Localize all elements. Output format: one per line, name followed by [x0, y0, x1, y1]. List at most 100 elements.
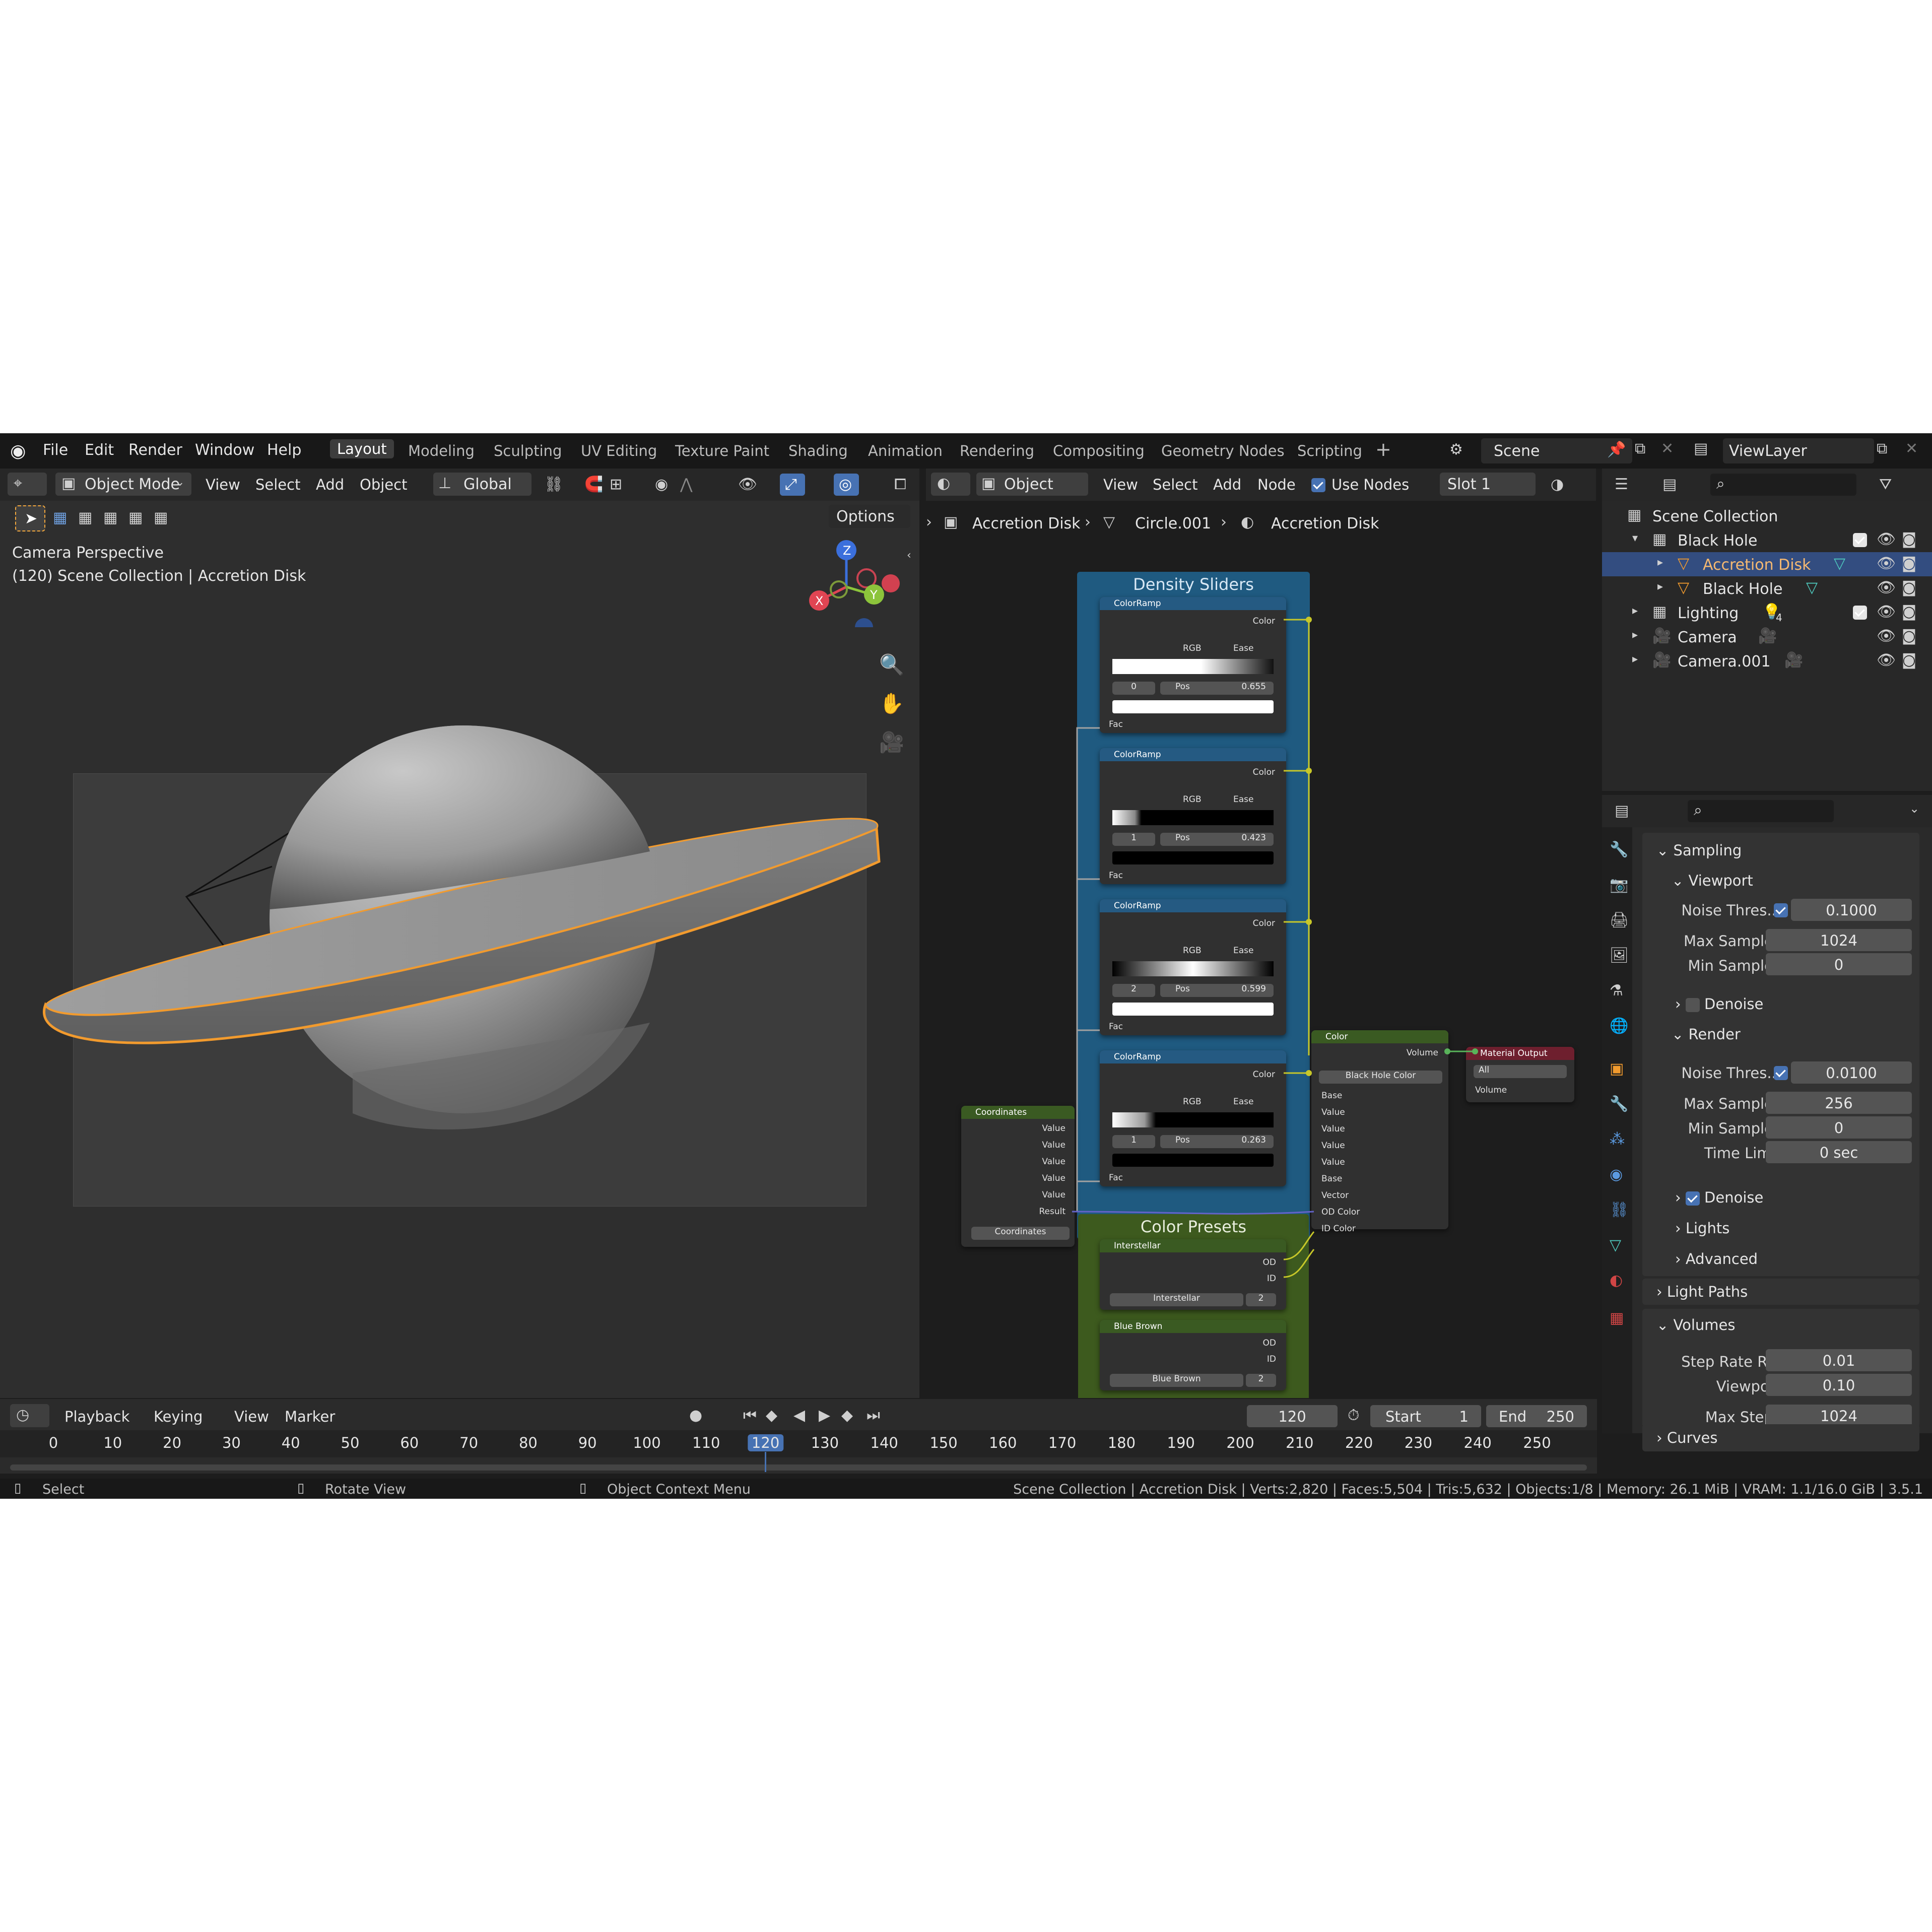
gizmo-toggle[interactable]: ⤢ — [780, 474, 805, 496]
exclude-checkbox[interactable] — [1853, 533, 1867, 547]
shader-type-dropdown[interactable]: ▣ Object — [976, 473, 1088, 496]
select-subtract-icon[interactable]: ▦ — [103, 510, 117, 525]
menu-edit[interactable]: Edit — [85, 441, 114, 459]
physics-tab-icon[interactable]: ◉ — [1610, 1167, 1623, 1182]
viewport-menu-add[interactable]: Add — [316, 476, 344, 493]
orientation-dropdown[interactable]: ⊥ Global — [433, 473, 531, 496]
timeline-menu-view[interactable]: View — [234, 1408, 269, 1425]
timeline[interactable]: ◷ Playback Keying View Marker ● ⏮ ◆ ◀ ▶ … — [0, 1398, 1597, 1474]
falloff-icon[interactable]: ⋀ — [680, 477, 693, 492]
timeline-menu-marker[interactable]: Marker — [285, 1408, 335, 1425]
preset-interstellar-node[interactable]: Interstellar OD ID Interstellar 2 — [1100, 1239, 1286, 1310]
proportional-edit-icon[interactable]: ◉ — [655, 477, 668, 492]
node-editor[interactable]: ◐ ▣ Object View Select Add Node Use Node… — [926, 469, 1596, 1433]
tab-layout[interactable]: Layout — [330, 439, 394, 458]
advanced-subpanel-header[interactable]: › Advanced — [1675, 1250, 1758, 1268]
coordinates-node[interactable]: Coordinates Value Value Value Value Valu… — [961, 1106, 1075, 1247]
view-layer-selector[interactable]: ViewLayer — [1723, 438, 1874, 463]
camera-render-icon[interactable]: ◙ — [1902, 629, 1916, 644]
sampling-header[interactable]: ⌄ Sampling — [1656, 842, 1742, 859]
filter-icon[interactable]: ⛛ — [1879, 477, 1892, 492]
node-menu-view[interactable]: View — [1103, 476, 1138, 493]
eye-icon[interactable]: 👁 — [1877, 532, 1896, 547]
r-max-field[interactable]: 256 — [1766, 1092, 1912, 1114]
editor-type-button[interactable]: ⌖ — [8, 473, 47, 496]
camera-render-icon[interactable]: ◙ — [1902, 580, 1916, 595]
node-editor-type-button[interactable]: ◐ — [931, 473, 970, 496]
preset-users-count[interactable]: 2 — [1246, 1293, 1276, 1306]
vp-denoise-header[interactable]: › Denoise — [1675, 995, 1763, 1013]
timeline-menu-playback[interactable]: Playback — [64, 1408, 129, 1425]
vp-noise-field[interactable]: 0.1000 — [1791, 899, 1912, 921]
light-paths-header[interactable]: › Light Paths — [1656, 1283, 1748, 1300]
vp-denoise-checkbox[interactable] — [1685, 998, 1700, 1012]
play-icon[interactable]: ▶ — [819, 1408, 830, 1423]
lights-subpanel-header[interactable]: › Lights — [1675, 1220, 1729, 1237]
node-menu-select[interactable]: Select — [1153, 476, 1197, 493]
modifier-tab-icon[interactable]: 🔧 — [1610, 1097, 1628, 1112]
vp-noise-checkbox[interactable] — [1774, 903, 1788, 917]
blender-logo-icon[interactable]: ◉ — [10, 442, 26, 460]
jump-end-icon[interactable]: ⏭ — [867, 1408, 880, 1423]
color-group-field[interactable]: Black Hole Color — [1319, 1071, 1442, 1084]
r-noise-checkbox[interactable] — [1774, 1066, 1788, 1080]
pivot-icon[interactable]: ⛓ — [544, 477, 563, 492]
camera-render-icon[interactable]: ◙ — [1902, 532, 1916, 547]
zoom-icon[interactable]: 🔍 — [879, 655, 904, 675]
chevron-down-icon[interactable]: ⌄ — [1909, 803, 1919, 815]
step-rate-field[interactable]: 0.01 — [1766, 1349, 1912, 1371]
select-new-icon[interactable]: ▦ — [53, 510, 67, 525]
outliner-item-camera[interactable]: ▸ 🎥 Camera 🎥 👁 ◙ — [1602, 625, 1932, 649]
end-frame-field[interactable]: End 250 — [1486, 1405, 1587, 1427]
outliner-item-black-hole[interactable]: ▸ ▽ Black Hole ▽ 👁 ◙ — [1602, 576, 1932, 601]
tab-compositing[interactable]: Compositing — [1053, 442, 1145, 459]
start-frame-field[interactable]: Start 1 — [1370, 1405, 1481, 1427]
select-invert-icon[interactable]: ▦ — [154, 510, 168, 525]
vol-viewport-field[interactable]: 0.10 — [1766, 1374, 1912, 1396]
record-icon[interactable]: ● — [689, 1408, 702, 1423]
delete-scene-icon[interactable]: ✕ — [1661, 441, 1674, 456]
preset-blue-brown-node[interactable]: Blue Brown OD ID Blue Brown 2 — [1100, 1320, 1286, 1390]
output-tab-icon[interactable]: 🖨 — [1610, 913, 1629, 928]
snap-icon[interactable]: 🧲 — [584, 477, 603, 492]
render-subpanel-header[interactable]: ⌄ Render — [1672, 1026, 1741, 1043]
view-layer-icon[interactable]: ▤ — [1694, 441, 1708, 456]
node-menu-node[interactable]: Node — [1257, 476, 1296, 493]
colorramp-node-3[interactable]: ColorRamp Color RGB Ease 2 Pos 0.599 Fac — [1100, 899, 1286, 1035]
delete-view-layer-icon[interactable]: ✕ — [1905, 441, 1918, 456]
object-tab-icon[interactable]: ▣ — [1610, 1061, 1624, 1077]
preset-group-field[interactable]: Blue Brown — [1110, 1374, 1243, 1387]
world-tab-icon[interactable]: 🌐 — [1610, 1019, 1628, 1034]
color-swatch[interactable] — [1112, 851, 1274, 864]
outliner-item-black-hole-collection[interactable]: ▾ ▦ Black Hole 👁 ◙ — [1602, 528, 1932, 552]
particles-tab-icon[interactable]: ⁂ — [1610, 1132, 1625, 1147]
xray-icon[interactable]: ⧠ — [894, 477, 906, 492]
coordinates-group-field[interactable]: Coordinates — [971, 1227, 1070, 1240]
tab-texture-paint[interactable]: Texture Paint — [675, 442, 769, 459]
play-reverse-icon[interactable]: ◀ — [793, 1408, 805, 1423]
tab-modeling[interactable]: Modeling — [408, 442, 475, 459]
color-ramp-gradient[interactable] — [1112, 810, 1274, 825]
playhead[interactable]: 120 — [747, 1434, 784, 1451]
outliner[interactable]: ☰ ▤ ⌕ ⛛ ▦ Scene Collection ▾ ▦ Black Hol… — [1602, 469, 1932, 791]
tab-shading[interactable]: Shading — [788, 442, 848, 459]
constraints-tab-icon[interactable]: ⛓ — [1610, 1203, 1629, 1218]
scene-tab-icon[interactable]: ⚗ — [1610, 983, 1623, 998]
max-steps-field[interactable]: 1024 — [1766, 1405, 1912, 1427]
viewport-menu-object[interactable]: Object — [360, 476, 407, 493]
scene-icon[interactable]: ⚙ — [1449, 442, 1463, 457]
r-min-field[interactable]: 0 — [1766, 1116, 1912, 1139]
prev-keyframe-icon[interactable]: ◆ — [766, 1408, 777, 1423]
vp-max-field[interactable]: 1024 — [1766, 929, 1912, 951]
eye-icon[interactable]: 👁 — [1877, 556, 1896, 571]
properties-editor[interactable]: ▤ ⌕ ⌄ 🔧 📷 🖨 🖼 ⚗ 🌐 ▣ 🔧 ⁂ ◉ ⛓ ▽ ◐ ▦ ⌄ Samp… — [1602, 795, 1932, 1433]
eye-icon[interactable]: 👁 — [1877, 580, 1896, 595]
r-denoise-checkbox[interactable] — [1685, 1191, 1700, 1206]
select-extend-icon[interactable]: ▦ — [78, 510, 92, 525]
tab-animation[interactable]: Animation — [868, 442, 943, 459]
color-group-node[interactable]: Color Volume Black Hole Color Base Value… — [1311, 1030, 1448, 1234]
snap-target-icon[interactable]: ⊞ — [610, 477, 622, 492]
pos-field[interactable]: Pos 0.263 — [1160, 1135, 1274, 1148]
outliner-search[interactable]: ⌕ — [1710, 474, 1856, 496]
tab-rendering[interactable]: Rendering — [960, 442, 1034, 459]
